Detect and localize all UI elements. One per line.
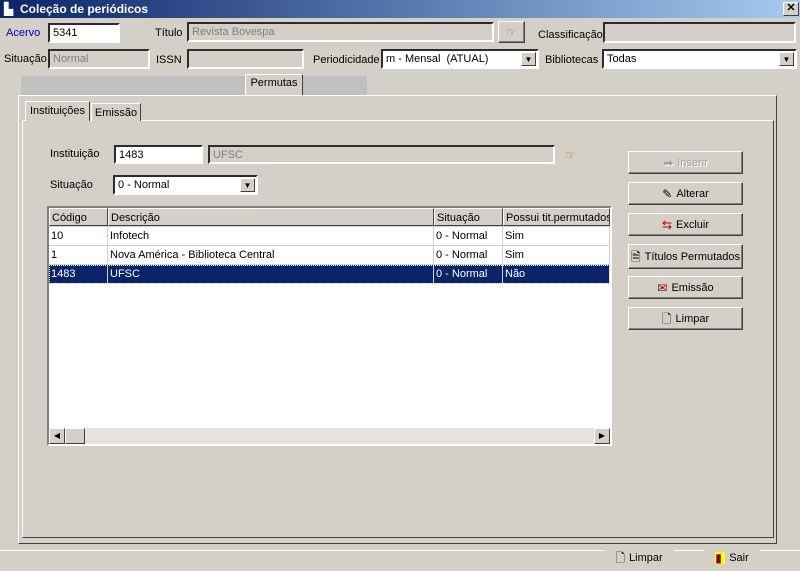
limpar-label: Limpar bbox=[675, 312, 710, 325]
bibliotecas-label: Bibliotecas bbox=[545, 54, 599, 66]
titulo-input: Revista Bovespa bbox=[187, 22, 494, 42]
cell-possui: Sim bbox=[503, 227, 610, 245]
bibliotecas-value: Todas bbox=[607, 53, 637, 65]
cell-descricao: Nova América - Biblioteca Central bbox=[108, 246, 434, 264]
grid-header: Código Descrição Situação Possui tit.per… bbox=[49, 208, 610, 227]
issn-label: ISSN bbox=[156, 54, 182, 66]
app-icon: ▙ bbox=[4, 2, 14, 16]
instituicao-code-input[interactable]: 1483 bbox=[114, 145, 203, 164]
table-row[interactable]: 1 Nova América - Biblioteca Central 0 - No… bbox=[49, 246, 610, 265]
delete-arrows-icon: ⇆ bbox=[661, 217, 673, 232]
cell-situacao: 0 - Normal bbox=[434, 265, 503, 283]
alterar-button[interactable]: ✎ Alterar bbox=[628, 182, 743, 205]
instituicao-name-input: UFSC bbox=[208, 145, 555, 164]
horizontal-scrollbar[interactable]: ◀ ▶ bbox=[49, 428, 610, 444]
excluir-label: Excluir bbox=[676, 218, 710, 231]
search-titulo-button[interactable]: ☞ bbox=[498, 21, 525, 43]
tab-permutas[interactable]: Permutas bbox=[245, 74, 303, 95]
periodicidade-value: m - Mensal (ATUAL) bbox=[386, 53, 489, 65]
situacao-label: Situação bbox=[4, 53, 47, 65]
scroll-right-icon[interactable]: ▶ bbox=[594, 428, 610, 444]
table-row-selected[interactable]: 1483 UFSC 0 - Normal Não bbox=[49, 265, 610, 284]
periodicidade-select[interactable]: m - Mensal (ATUAL) ▼ bbox=[381, 49, 539, 69]
chevron-down-icon[interactable]: ▼ bbox=[240, 178, 255, 192]
emissao-button[interactable]: ✉ Emissão bbox=[628, 276, 743, 299]
mailbox-icon: ✉ bbox=[657, 280, 668, 295]
footer-divider bbox=[0, 550, 800, 551]
instituicao-label: Instituição bbox=[50, 148, 100, 160]
situacao-form-label: Situação bbox=[50, 179, 93, 191]
titulo-label: Título bbox=[155, 27, 183, 39]
column-header[interactable]: Código bbox=[49, 208, 108, 226]
limpar-button[interactable]: 🗋 Limpar bbox=[628, 307, 743, 330]
tab-strip bbox=[21, 76, 367, 95]
cell-descricao: Infotech bbox=[108, 227, 434, 245]
acervo-label: Acervo bbox=[6, 27, 41, 39]
pointing-hand-icon[interactable]: ☞ bbox=[565, 149, 576, 161]
cell-situacao: 0 - Normal bbox=[434, 227, 503, 245]
situacao-select[interactable]: 0 - Normal ▼ bbox=[113, 175, 258, 195]
titulos-label: Títulos Permutados bbox=[644, 250, 741, 263]
situacao-select-value: 0 - Normal bbox=[118, 179, 170, 191]
cell-codigo: 10 bbox=[49, 227, 108, 245]
insert-icon: ➡ bbox=[663, 155, 674, 170]
excluir-button[interactable]: ⇆ Excluir bbox=[628, 213, 743, 236]
acervo-input[interactable]: 5341 bbox=[48, 23, 120, 43]
table-row[interactable]: 10 Infotech 0 - Normal Sim bbox=[49, 227, 610, 246]
instituicoes-grid[interactable]: Código Descrição Situação Possui tit.per… bbox=[47, 206, 612, 446]
scroll-thumb[interactable] bbox=[65, 428, 85, 444]
emissao-label: Emissão bbox=[671, 281, 714, 294]
classificacao-input bbox=[603, 22, 796, 43]
new-page-icon: 🗋 bbox=[615, 551, 626, 565]
close-button[interactable]: ✕ bbox=[783, 2, 799, 16]
cell-possui: Não bbox=[503, 265, 610, 283]
exit-door-icon: ▮ bbox=[715, 552, 726, 564]
document-icon: 🗎 bbox=[630, 249, 641, 264]
cell-situacao: 0 - Normal bbox=[434, 246, 503, 264]
scroll-left-icon[interactable]: ◀ bbox=[49, 428, 65, 444]
chevron-down-icon[interactable]: ▼ bbox=[521, 52, 536, 66]
cell-codigo: 1 bbox=[49, 246, 108, 264]
classificacao-label: Classificação bbox=[538, 29, 603, 41]
tab-instituicoes[interactable]: Instituições bbox=[25, 101, 90, 121]
new-page-icon: 🗋 bbox=[661, 311, 672, 326]
titulos-permutados-button[interactable]: 🗎 Títulos Permutados bbox=[628, 244, 743, 269]
issn-input bbox=[187, 49, 304, 69]
inserir-label: Inserir bbox=[677, 156, 708, 169]
cell-descricao: UFSC bbox=[108, 265, 434, 283]
title-bar: Coleção de periódicos bbox=[0, 0, 800, 18]
window-title: Coleção de periódicos bbox=[20, 2, 149, 16]
inserir-button[interactable]: ➡ Inserir bbox=[628, 151, 743, 174]
footer-limpar-label: Limpar bbox=[629, 552, 663, 564]
edit-icon: ✎ bbox=[662, 186, 673, 201]
pointing-hand-icon: ☞ bbox=[506, 25, 517, 39]
column-header[interactable]: Possui tit.permutados bbox=[503, 208, 610, 226]
footer-limpar-button[interactable]: 🗋 Limpar bbox=[604, 548, 674, 568]
cell-possui: Sim bbox=[503, 246, 610, 264]
cell-codigo: 1483 bbox=[49, 265, 108, 283]
periodicidade-label: Periodicidade bbox=[313, 54, 380, 66]
alterar-label: Alterar bbox=[676, 187, 709, 200]
column-header[interactable]: Situação bbox=[434, 208, 503, 226]
bibliotecas-select[interactable]: Todas ▼ bbox=[602, 49, 797, 69]
tab-emissao[interactable]: Emissão bbox=[91, 103, 141, 121]
sair-button[interactable]: ▮ Sair bbox=[704, 548, 760, 568]
situacao-input: Normal bbox=[48, 49, 150, 69]
sair-label: Sair bbox=[729, 552, 749, 564]
column-header[interactable]: Descrição bbox=[108, 208, 434, 226]
chevron-down-icon[interactable]: ▼ bbox=[779, 52, 794, 66]
